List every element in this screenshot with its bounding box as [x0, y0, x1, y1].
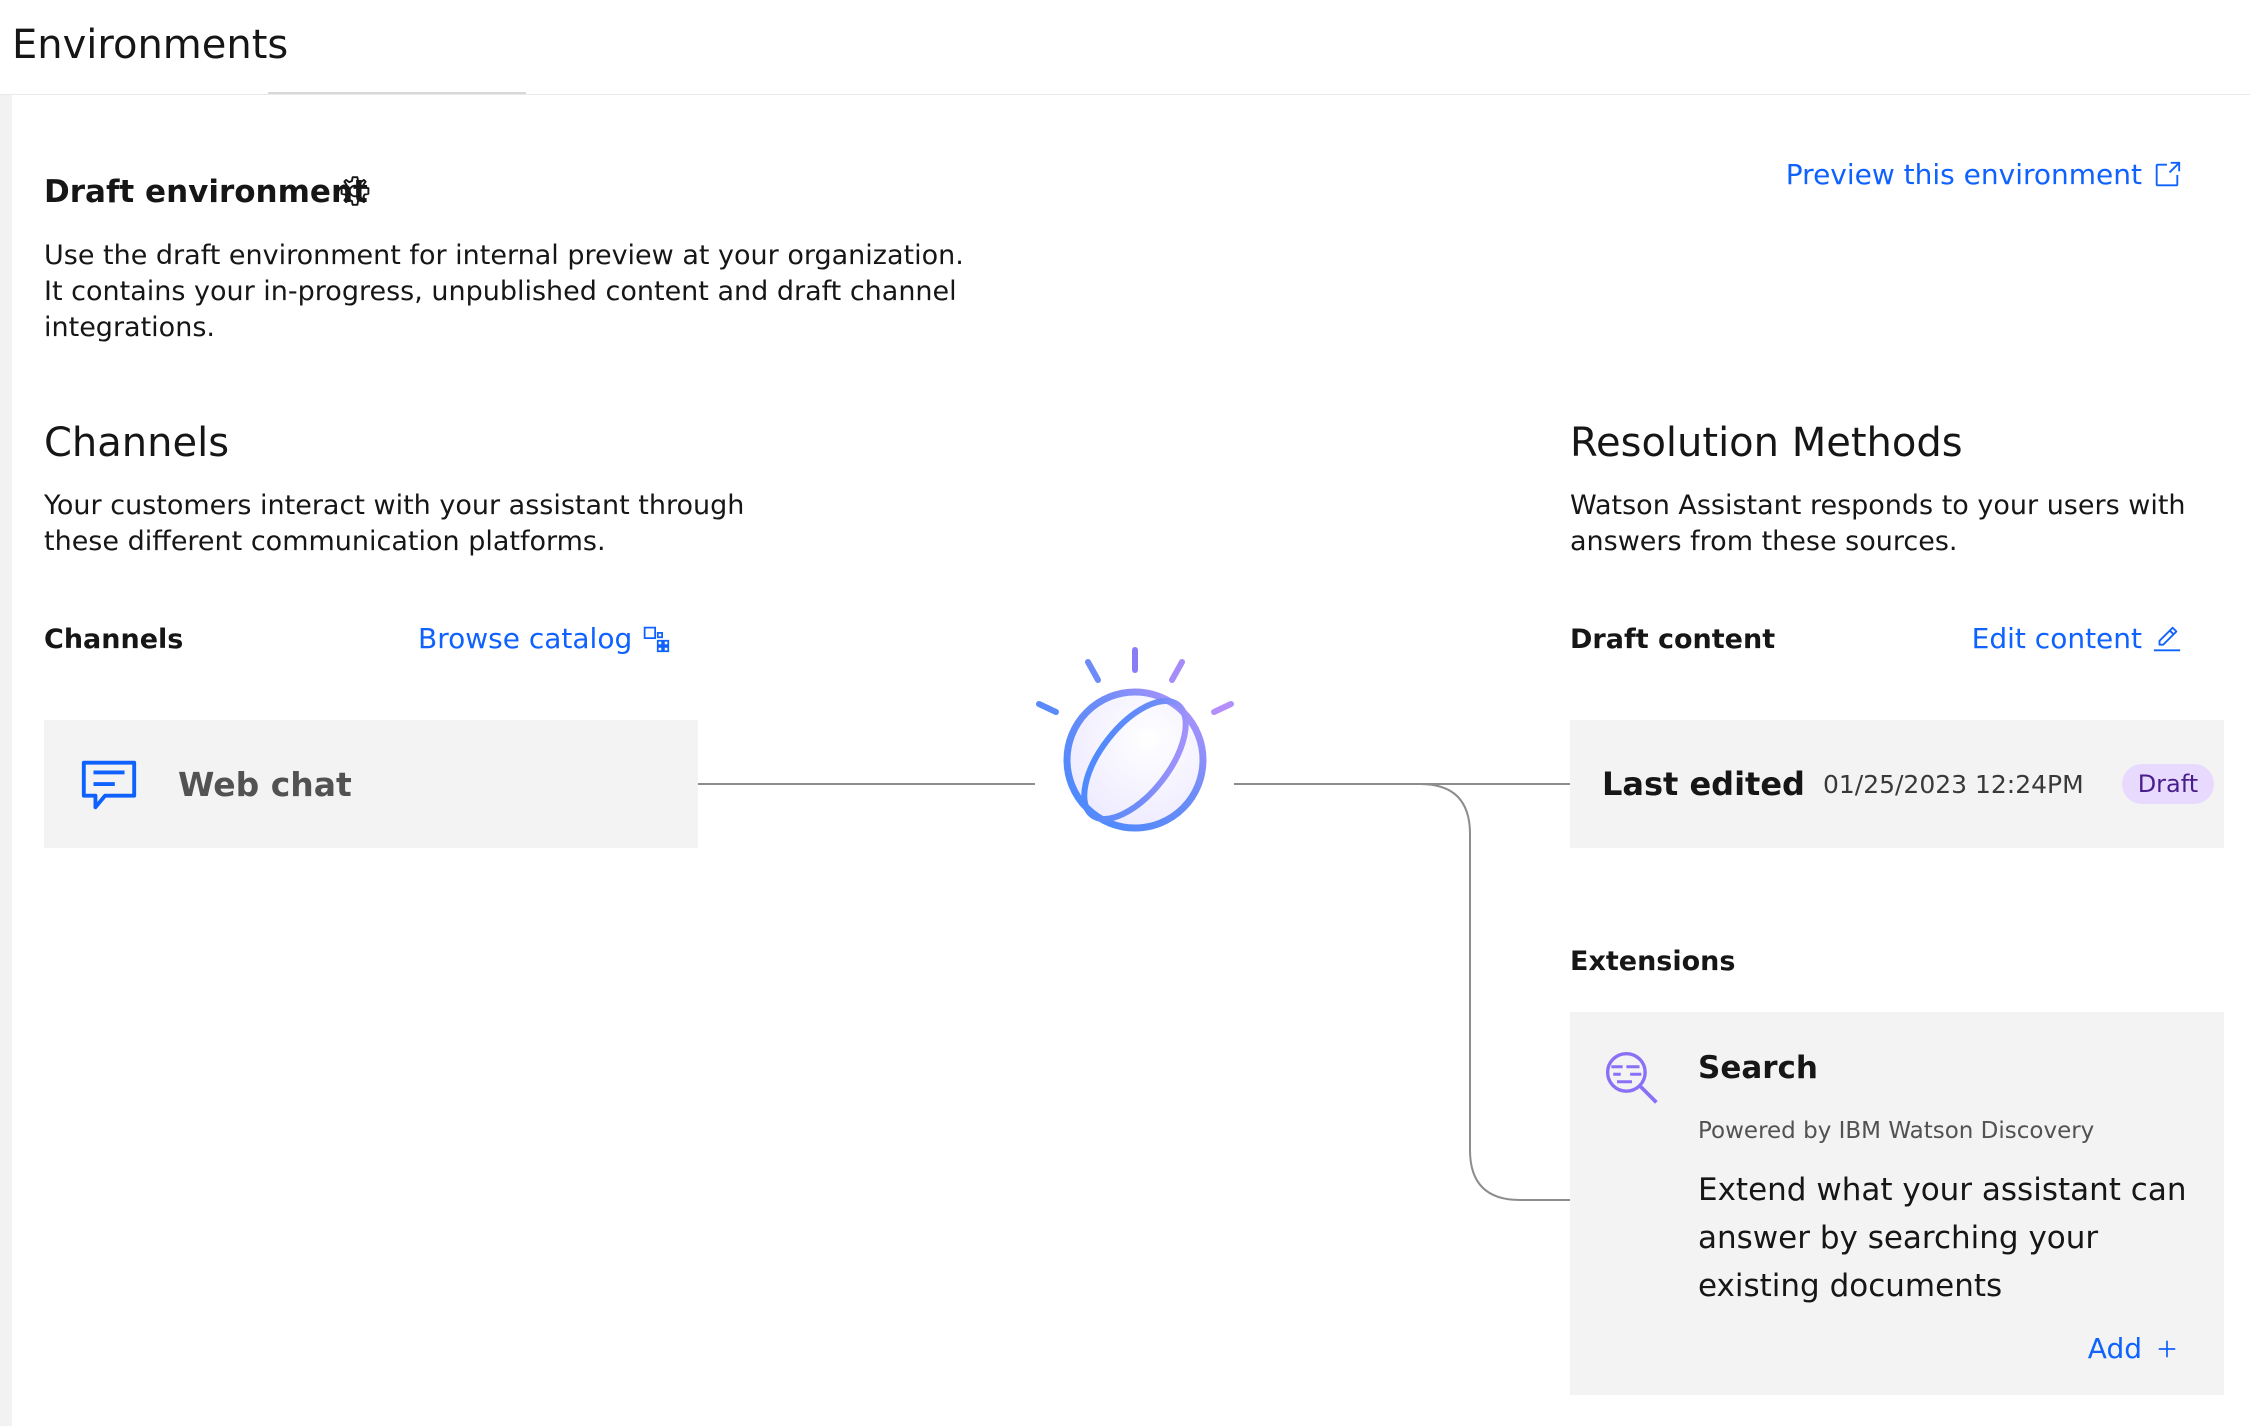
watson-logo-icon	[1036, 647, 1234, 832]
search-extension-description: Extend what your assistant can answer by…	[1698, 1172, 2187, 1304]
edit-icon	[2153, 626, 2181, 651]
status-badge: Draft	[2121, 764, 2215, 804]
web-chat-label: Web chat	[178, 764, 352, 804]
page-header	[0, 0, 2250, 95]
resolution-methods-description: Watson Assistant responds to your users …	[1570, 490, 2186, 557]
plus-icon	[2158, 1340, 2176, 1357]
last-edited-label: Last edited	[1602, 765, 1805, 803]
preview-environment-label[interactable]: Preview this environment	[1786, 158, 2142, 191]
search-extension-tile: Search Powered by IBM Watson Discovery E…	[1570, 1012, 2224, 1395]
extension-connector	[1419, 783, 1570, 1201]
page-title: Environments	[12, 22, 289, 68]
web-chat-tile[interactable]: Web chat	[44, 720, 698, 848]
resolution-methods-heading: Resolution Methods	[1570, 420, 1963, 466]
add-label[interactable]: Add	[2088, 1332, 2142, 1365]
edit-content-link[interactable]: Edit content	[1972, 622, 2182, 655]
last-edited-tile: Last edited 01/25/2023 12:24PM Draft	[1570, 720, 2224, 848]
add-search-button[interactable]: Add	[2088, 1332, 2178, 1365]
channels-heading: Channels	[44, 420, 230, 466]
browse-catalog-label[interactable]: Browse catalog	[418, 622, 632, 655]
draft-environment-description: Use the draft environment for internal p…	[44, 240, 964, 343]
edit-content-label[interactable]: Edit content	[1972, 622, 2142, 655]
search-discovery-icon	[1605, 1051, 1658, 1104]
tab-indicator	[268, 92, 526, 94]
chat-icon	[81, 760, 137, 810]
search-powered-by: Powered by IBM Watson Discovery	[1698, 1118, 2095, 1144]
left-rail	[0, 95, 12, 1426]
launch-icon	[2155, 161, 2181, 186]
extensions-subheading: Extensions	[1570, 946, 1736, 977]
preview-environment-link[interactable]: Preview this environment	[1786, 158, 2182, 191]
channels-description: Your customers interact with your assist…	[44, 490, 745, 557]
gear-icon[interactable]	[338, 174, 372, 208]
last-edited-timestamp: 01/25/2023 12:24PM	[1822, 769, 2084, 799]
draft-content-subheading: Draft content	[1570, 624, 1776, 655]
catalog-icon	[643, 626, 670, 652]
channels-subheading: Channels	[44, 624, 184, 655]
browse-catalog-link[interactable]: Browse catalog	[418, 622, 670, 655]
search-extension-title: Search	[1698, 1050, 1819, 1086]
draft-environment-title: Draft environment	[44, 174, 368, 210]
